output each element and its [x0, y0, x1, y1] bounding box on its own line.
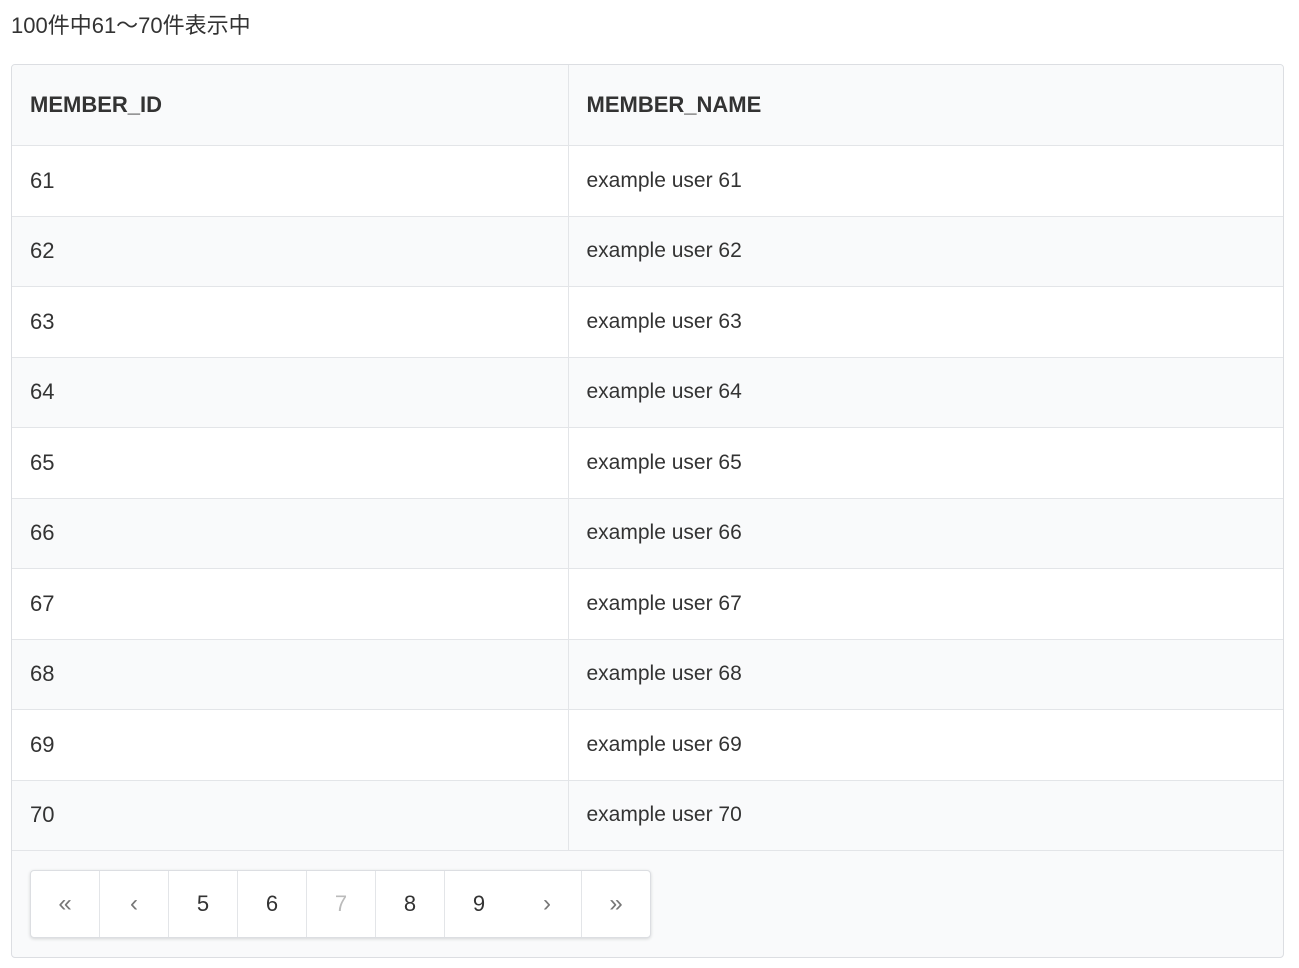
- members-table-card: MEMBER_ID MEMBER_NAME 61 example user 61 6…: [11, 64, 1284, 958]
- member-name-cell: example user 64: [568, 357, 1283, 428]
- member-id-cell: 68: [12, 639, 569, 710]
- member-name-cell: example user 66: [568, 498, 1283, 569]
- current-page: 7: [307, 871, 376, 937]
- table-row: 69 example user 69: [12, 709, 1283, 781]
- table-row: 61 example user 61: [12, 145, 1283, 217]
- table-header-row: MEMBER_ID MEMBER_NAME: [12, 65, 1283, 146]
- table-footer: « ‹ 56789 › »: [30, 870, 651, 938]
- member-name-cell: example user 63: [568, 286, 1283, 358]
- member-name-cell: example user 61: [568, 145, 1283, 217]
- table-row: 65 example user 65: [12, 427, 1283, 499]
- member-id-cell: 70: [12, 780, 569, 851]
- member-id-cell: 65: [12, 427, 569, 499]
- page-button[interactable]: 8: [376, 871, 445, 937]
- first-page-button[interactable]: «: [31, 871, 100, 937]
- member-id-cell: 64: [12, 357, 569, 428]
- member-name-cell: example user 68: [568, 639, 1283, 710]
- page-button[interactable]: 5: [169, 871, 238, 937]
- pagination: « ‹ 56789 › »: [30, 870, 651, 938]
- table-row: 64 example user 64: [12, 357, 1283, 428]
- member-id-cell: 63: [12, 286, 569, 358]
- members-table: MEMBER_ID MEMBER_NAME 61 example user 61 6…: [12, 65, 1283, 851]
- member-name-cell: example user 69: [568, 709, 1283, 781]
- column-header-member-id[interactable]: MEMBER_ID: [12, 65, 569, 146]
- column-header-member-name[interactable]: MEMBER_NAME: [568, 65, 1283, 146]
- member-id-cell: 61: [12, 145, 569, 217]
- table-row: 63 example user 63: [12, 286, 1283, 358]
- table-row: 67 example user 67: [12, 568, 1283, 640]
- member-name-cell: example user 67: [568, 568, 1283, 640]
- result-summary: 100件中61〜70件表示中: [11, 13, 251, 38]
- member-name-cell: example user 62: [568, 216, 1283, 287]
- member-id-cell: 69: [12, 709, 569, 781]
- page-button[interactable]: 6: [238, 871, 307, 937]
- table-row: 62 example user 62: [12, 216, 1283, 287]
- prev-page-button[interactable]: ‹: [100, 871, 169, 937]
- next-page-button[interactable]: ›: [513, 871, 582, 937]
- member-name-cell: example user 65: [568, 427, 1283, 499]
- table-row: 70 example user 70: [12, 780, 1283, 851]
- member-id-cell: 66: [12, 498, 569, 569]
- member-name-cell: example user 70: [568, 780, 1283, 851]
- last-page-button[interactable]: »: [582, 871, 650, 937]
- table-row: 68 example user 68: [12, 639, 1283, 710]
- page-button[interactable]: 9: [445, 871, 513, 937]
- table-row: 66 example user 66: [12, 498, 1283, 569]
- member-id-cell: 62: [12, 216, 569, 287]
- member-id-cell: 67: [12, 568, 569, 640]
